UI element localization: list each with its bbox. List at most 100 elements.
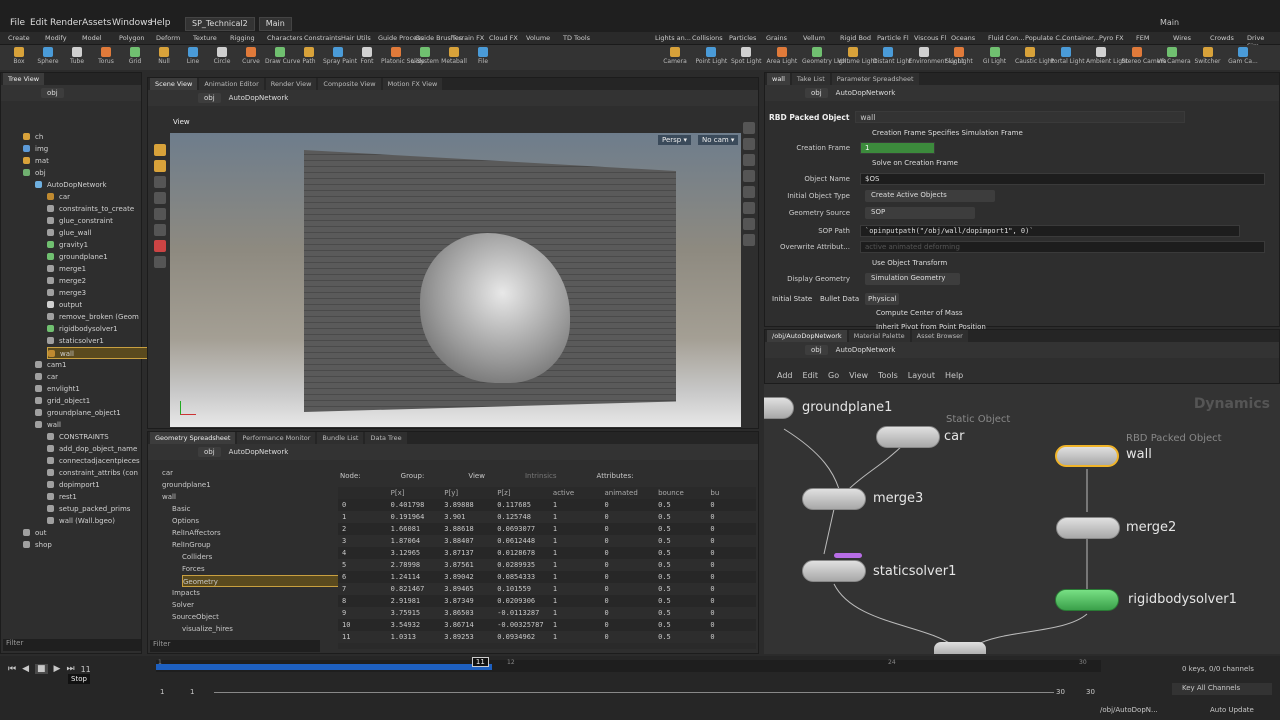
sop-path-field[interactable]: `opinputpath("/obj/wall/dopimport1", 0)` (860, 225, 1240, 237)
tree-item[interactable]: cam1 (35, 359, 66, 371)
shelf-tool[interactable]: Box (4, 47, 34, 65)
shelf-tab[interactable]: Volume (526, 34, 550, 42)
range-start-2[interactable]: 1 (190, 688, 194, 696)
spread-path-node[interactable]: AutoDopNetwork (229, 448, 289, 456)
table-row[interactable]: 8 2.91981 3.87349 0.0209306 1 0 0.5 0 (338, 595, 756, 607)
tree-item[interactable]: remove_broken (Geom (47, 311, 139, 323)
network-menu-item[interactable]: Help (945, 371, 963, 380)
menu-assets[interactable]: Assets (82, 18, 111, 28)
select-tool-icon[interactable] (154, 144, 166, 156)
stop-icon[interactable]: ■ (35, 664, 48, 674)
menu-render[interactable]: Render (50, 18, 82, 28)
jump-end-icon[interactable]: ⏭ (66, 664, 74, 674)
panel-tab[interactable]: Animation Editor (199, 78, 264, 90)
table-header[interactable]: bounce (654, 487, 706, 499)
spreadsheet-tree-item[interactable]: Geometry (182, 575, 342, 587)
spreadsheet-tree-item[interactable]: Forces (182, 563, 205, 575)
shelf-tab[interactable]: Container... (1062, 34, 1099, 42)
panel-tab[interactable]: Geometry Spreadsheet (150, 432, 236, 444)
range-end[interactable]: 30 (1056, 688, 1065, 696)
network-editor[interactable]: Dynamics groundplane1 Static Object car … (764, 384, 1280, 654)
lock-camera-icon[interactable] (743, 154, 755, 166)
spreadsheet-tree-item[interactable]: SourceObject (172, 611, 219, 623)
node-rigidbodysolver1-body[interactable] (1055, 589, 1119, 611)
shelf-tool[interactable]: Distant Light (873, 47, 911, 65)
shelf-tab[interactable]: Rigid Bod (840, 34, 871, 42)
param-subtab[interactable]: Bullet Data (817, 293, 862, 305)
spreadsheet-tree-item[interactable]: RelInGroup (172, 539, 211, 551)
move-tool-icon[interactable] (154, 160, 166, 172)
shelf-tool[interactable]: VR Camera (1157, 47, 1191, 65)
shelf-tab[interactable]: Wires (1173, 34, 1191, 42)
range-start[interactable]: 1 (160, 688, 164, 696)
network-menu-item[interactable]: Layout (908, 371, 935, 380)
shelf-tool[interactable]: Gam Ca... (1228, 47, 1258, 65)
panel-tab[interactable]: Scene View (150, 78, 198, 90)
shelf-tab[interactable]: Rigging (230, 34, 255, 42)
key-all-channels[interactable]: Key All Channels (1172, 683, 1272, 695)
table-row[interactable]: 10 3.54932 3.86714 -0.00325787 1 0 0.5 0 (338, 619, 756, 631)
camera-menu[interactable]: No cam ▾ (698, 135, 739, 145)
shelf-tool[interactable]: Camera (660, 47, 690, 65)
shelf-tool[interactable]: Sphere (33, 47, 63, 65)
shelf-tool[interactable]: Ambient Light (1086, 47, 1128, 65)
jump-start-icon[interactable]: ⏮ (8, 664, 16, 674)
table-header[interactable]: bu (706, 487, 756, 499)
tree-item[interactable]: glue_wall (47, 227, 92, 239)
play-reverse-icon[interactable]: ◀ (22, 664, 29, 674)
node-car-body[interactable] (876, 426, 940, 448)
shelf-tool[interactable]: Environment Light (909, 47, 964, 65)
shelf-tool[interactable]: Switcher (1193, 47, 1223, 65)
param-subtab[interactable]: Physical (865, 293, 900, 305)
spreadsheet-tree-item[interactable]: visualize_hires (182, 623, 233, 635)
range-end-2[interactable]: 30 (1086, 688, 1095, 696)
scene-path-node[interactable]: AutoDopNetwork (229, 94, 289, 102)
panel-tab[interactable]: Composite View (318, 78, 381, 90)
spreadsheet-tree-item[interactable]: Basic (172, 503, 191, 515)
shelf-tool[interactable]: Circle (207, 47, 237, 65)
shelf-tool[interactable]: Path (294, 47, 324, 65)
pose-tool-icon[interactable] (154, 208, 166, 220)
current-frame-marker[interactable]: 11 (471, 657, 489, 667)
tree-item[interactable]: grid_object1 (35, 395, 90, 407)
tree-item[interactable]: shop (23, 539, 52, 551)
tree-item[interactable]: output (47, 299, 82, 311)
tree-item[interactable]: constraint_attribs (con (47, 467, 138, 479)
shelf-tab[interactable]: FEM (1136, 34, 1149, 42)
table-row[interactable]: 11 1.0313 3.89253 0.0934962 1 0 0.5 0 (338, 631, 756, 643)
tree-item[interactable]: mat (23, 155, 49, 167)
tree-item[interactable]: merge1 (47, 263, 86, 275)
table-row[interactable]: 5 2.78998 3.87561 0.0289935 1 0 0.5 0 (338, 559, 756, 571)
shelf-tool[interactable]: GI Light (980, 47, 1010, 65)
creation-frame-field[interactable]: 1 (860, 142, 935, 154)
panel-tab[interactable]: Parameter Spreadsheet (831, 73, 919, 85)
param-path-root[interactable]: obj (805, 88, 828, 98)
tree-item[interactable]: add_dop_object_name (47, 443, 137, 455)
use-object-transform-toggle[interactable]: Use Object Transform (872, 259, 947, 267)
panel-tab[interactable]: Take List (791, 73, 830, 85)
persp-menu[interactable]: Persp ▾ (658, 135, 691, 145)
tree-item[interactable]: car (47, 191, 70, 203)
initial-type-dropdown[interactable]: Create Active Objects (865, 190, 995, 202)
tree-item[interactable]: gravity1 (47, 239, 88, 251)
network-menu-item[interactable]: View (849, 371, 868, 380)
view-tool-icon[interactable] (154, 256, 166, 268)
shelf-tab[interactable]: Create (8, 34, 30, 42)
table-row[interactable]: 0 0.401798 3.89888 0.117685 1 0 0.5 0 (338, 499, 756, 511)
spreadsheet-tree-item[interactable]: Options (172, 515, 199, 527)
shelf-tab[interactable]: Vellum (803, 34, 825, 42)
shelf-tool[interactable]: Spray Paint (323, 47, 357, 65)
tree-item[interactable]: staticsolver1 (47, 335, 104, 347)
ghost-icon[interactable] (743, 218, 755, 230)
handle-tool-icon[interactable] (154, 224, 166, 236)
wireframe-icon[interactable] (743, 186, 755, 198)
shelf-tool[interactable]: Point Light (696, 47, 727, 65)
shelf-tab[interactable]: TD Tools (563, 34, 590, 42)
shelf-tool[interactable]: Tube (62, 47, 92, 65)
table-row[interactable]: 1 0.191964 3.901 0.125748 1 0 0.5 0 (338, 511, 756, 523)
menu-help[interactable]: Help (150, 18, 171, 28)
overwrite-attrib-field[interactable]: active animated deforming (860, 241, 1265, 253)
shelf-tab[interactable]: Populate C... (1025, 34, 1066, 42)
tree-item[interactable]: CONSTRAINTS (47, 431, 109, 443)
viewport[interactable]: Persp ▾ No cam ▾ (170, 133, 741, 427)
